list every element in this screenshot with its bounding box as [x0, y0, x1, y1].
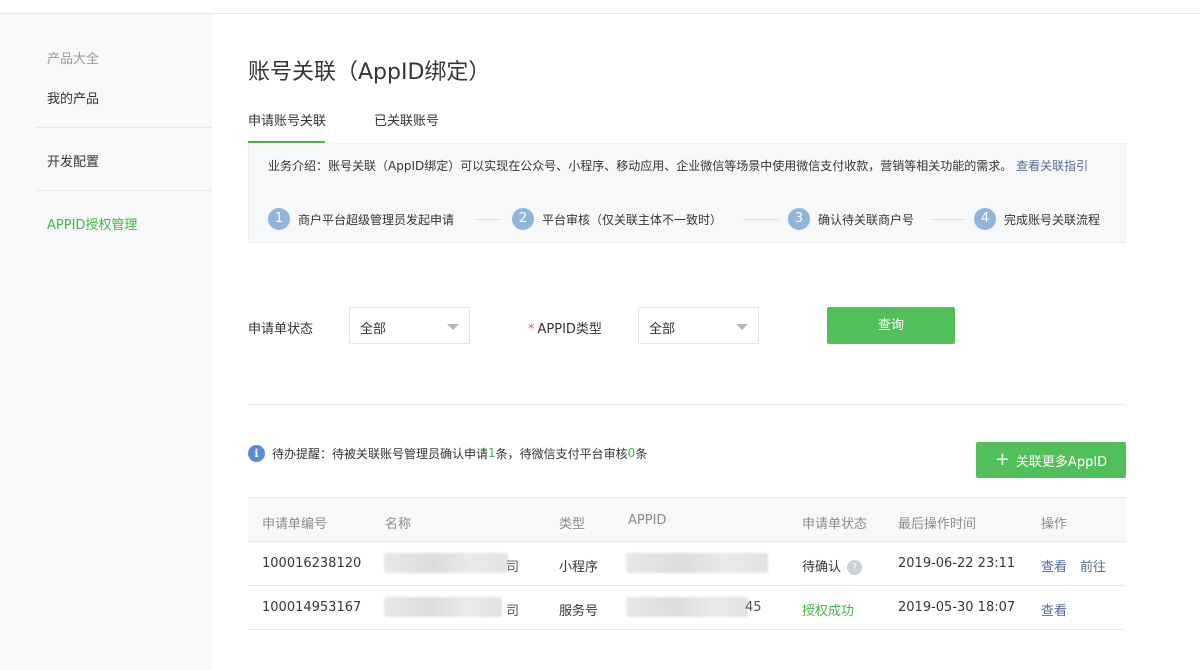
sidebar-divider	[36, 127, 212, 128]
step-3: 3 确认待关联商户号	[788, 207, 914, 231]
column-header: 申请单状态	[802, 517, 868, 532]
step-label: 完成账号关联流程	[1004, 212, 1101, 227]
row-id: 100014953167	[262, 600, 362, 615]
type-select-value: 全部	[649, 322, 676, 337]
tab-apply[interactable]: 申请账号关联	[248, 112, 326, 144]
sidebar-caption: 产品大全	[47, 52, 100, 67]
step-1: 1 商户平台超级管理员发起申请	[268, 207, 454, 231]
step-label: 确认待关联商户号	[818, 212, 915, 227]
chevron-down-icon	[736, 324, 748, 330]
redacted-name	[384, 597, 502, 617]
intro-text: 业务介绍：账号关联（AppID绑定）可以实现在公众号、小程序、移动应用、企业微信…	[268, 156, 1110, 176]
intro-description: 业务介绍：账号关联（AppID绑定）可以实现在公众号、小程序、移动应用、企业微信…	[268, 159, 1013, 173]
sidebar-divider	[36, 190, 212, 191]
status-select-value: 全部	[360, 322, 387, 337]
step-number: 1	[268, 208, 290, 230]
row-status: 授权成功	[802, 604, 855, 619]
step-number: 4	[974, 208, 996, 230]
row-type: 服务号	[559, 604, 599, 619]
column-header: 操作	[1041, 517, 1068, 532]
row-appid-tail: 45	[745, 600, 762, 615]
notice-prefix: 待办提醒：待被关联账号管理员确认申请	[272, 446, 489, 461]
step-label: 商户平台超级管理员发起申请	[298, 212, 455, 227]
step-4: 4 完成账号关联流程	[974, 207, 1100, 231]
add-appid-button[interactable]: + 关联更多AppID	[976, 442, 1126, 478]
required-mark: *	[528, 322, 535, 337]
notice-middle: 条，待微信支付平台审核	[495, 446, 628, 461]
step-connector	[475, 219, 501, 220]
step-number: 3	[788, 208, 810, 230]
column-header: 类型	[559, 517, 586, 532]
notice-suffix: 条	[635, 446, 648, 461]
step-number: 2	[512, 208, 534, 230]
type-filter-label: * APPID类型	[528, 318, 602, 337]
view-link[interactable]: 查看	[1041, 600, 1067, 619]
row-time: 2019-05-30 18:07	[898, 600, 1016, 615]
add-appid-label: 关联更多AppID	[1015, 454, 1108, 470]
sidebar	[0, 14, 212, 670]
row-type: 小程序	[559, 560, 599, 575]
row-id: 100016238120	[262, 556, 362, 571]
table-row: 100016238120 司 小程序 待确认? 2019-06-22 23:11…	[248, 542, 1126, 586]
row-name-tail: 司	[506, 560, 520, 575]
column-header: 名称	[385, 517, 412, 532]
row-time: 2019-06-22 23:11	[898, 556, 1016, 571]
table-row: 100014953167 司 服务号 45 授权成功 2019-05-30 18…	[248, 586, 1126, 630]
row-status-text: 待确认	[802, 560, 842, 575]
column-header: 最后操作时间	[898, 517, 977, 532]
section-divider	[248, 404, 1126, 405]
redacted-name	[384, 553, 508, 573]
redacted-appid	[626, 597, 748, 617]
redacted-appid	[626, 553, 768, 573]
status-filter-label: 申请单状态	[248, 322, 314, 337]
todo-notice: i 待办提醒：待被关联账号管理员确认申请 1 条，待微信支付平台审核 0 条	[248, 444, 647, 462]
sidebar-item-appid-auth[interactable]: APPID授权管理	[47, 214, 137, 233]
column-header: APPID	[628, 513, 667, 528]
top-bar	[0, 0, 1200, 14]
info-icon: i	[248, 444, 265, 462]
plus-icon: +	[994, 449, 1010, 470]
sidebar-item-my-products[interactable]: 我的产品	[47, 88, 99, 107]
sidebar-item-dev-config[interactable]: 开发配置	[47, 151, 99, 170]
step-connector	[743, 219, 779, 220]
step-label: 平台审核（仅关联主体不一致时）	[542, 212, 723, 227]
query-button[interactable]: 查询	[827, 307, 955, 344]
goto-link[interactable]: 前往	[1080, 556, 1106, 575]
tab-linked[interactable]: 已关联账号	[374, 112, 439, 144]
view-link[interactable]: 查看	[1041, 556, 1067, 575]
notice-count-confirm: 1	[488, 446, 496, 460]
row-status: 待确认?	[802, 556, 863, 575]
step-connector	[931, 219, 965, 220]
row-name-tail: 司	[506, 604, 520, 619]
guide-link[interactable]: 查看关联指引	[1016, 159, 1088, 173]
table-header: 申请单编号 名称 类型 APPID 申请单状态 最后操作时间 操作	[248, 497, 1126, 542]
intro-panel: 业务介绍：账号关联（AppID绑定）可以实现在公众号、小程序、移动应用、企业微信…	[248, 143, 1126, 243]
help-icon[interactable]: ?	[847, 560, 863, 575]
chevron-down-icon	[447, 324, 459, 330]
type-select[interactable]: 全部	[638, 307, 759, 344]
type-filter-text: APPID类型	[537, 322, 602, 337]
column-header: 申请单编号	[262, 517, 328, 532]
notice-count-review: 0	[627, 446, 636, 460]
page-title: 账号关联（AppID绑定）	[248, 60, 491, 85]
status-select[interactable]: 全部	[349, 307, 470, 344]
step-2: 2 平台审核（仅关联主体不一致时）	[512, 207, 722, 231]
